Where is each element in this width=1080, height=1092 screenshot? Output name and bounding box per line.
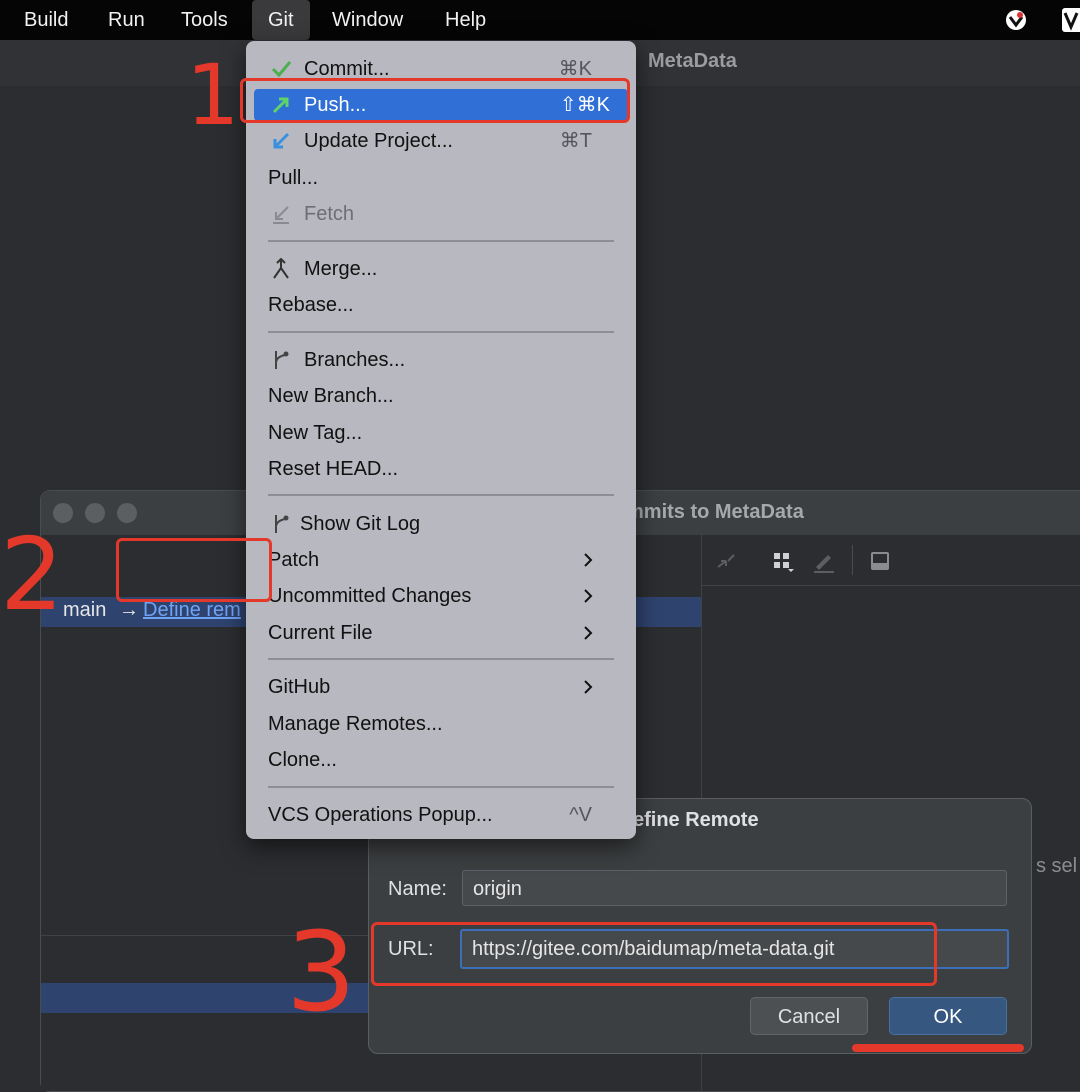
menu-separator — [268, 658, 614, 660]
menu-item-github[interactable]: GitHub — [268, 671, 614, 703]
menu-run[interactable]: Run — [108, 0, 145, 40]
menu-item-patch[interactable]: Patch — [268, 544, 614, 576]
menu-item-fetch[interactable]: Fetch — [268, 198, 614, 230]
menu-separator — [268, 494, 614, 496]
define-remote-title: efine Remote — [633, 809, 759, 831]
menu-separator — [268, 786, 614, 788]
status-v-icon[interactable] — [1062, 8, 1080, 32]
menu-separator — [268, 240, 614, 242]
menu-build[interactable]: Build — [24, 0, 68, 40]
menu-separator — [268, 331, 614, 333]
git-log-icon — [270, 513, 292, 535]
empty-selection-hint: s sel — [1036, 855, 1078, 877]
menu-git[interactable]: Git — [252, 0, 310, 40]
preview-icon[interactable] — [868, 549, 892, 573]
annotation-ok-underline — [852, 1044, 1024, 1052]
menu-item-new-branch[interactable]: New Branch... — [268, 380, 614, 412]
menu-bar: Build Run Tools Git Window Help — [0, 0, 1080, 40]
annotation-url-highlight — [371, 922, 937, 986]
merge-icon — [270, 257, 292, 280]
expand-icon[interactable] — [714, 549, 738, 573]
ok-button[interactable]: OK — [889, 997, 1007, 1035]
update-arrow-icon — [270, 130, 292, 152]
project-title: MetaData — [648, 50, 737, 72]
status-app-icon[interactable] — [1004, 8, 1028, 32]
chevron-right-icon — [582, 671, 594, 713]
push-arrow-icon: → — [119, 599, 139, 621]
push-dialog-title: mmits to MetaData — [626, 501, 804, 523]
menu-item-merge[interactable]: Merge... — [268, 253, 614, 285]
menu-item-clone[interactable]: Clone... — [268, 744, 614, 776]
menu-item-reset-head[interactable]: Reset HEAD... — [268, 453, 614, 485]
git-menu: Commit... ⌘K Push... ⇧⌘K Update Project.… — [246, 41, 636, 839]
define-remote-link[interactable]: Define rem — [143, 599, 241, 622]
menu-item-new-tag[interactable]: New Tag... — [268, 417, 614, 449]
menu-item-manage-remotes[interactable]: Manage Remotes... — [268, 708, 614, 740]
annotation-push-highlight — [240, 78, 630, 123]
fetch-icon — [270, 203, 292, 225]
menu-item-current-file[interactable]: Current File — [268, 617, 614, 649]
minimize-window-button[interactable] — [85, 503, 105, 523]
zoom-window-button[interactable] — [117, 503, 137, 523]
annotation-step-2: 2 — [0, 516, 64, 633]
details-toolbar — [702, 535, 1080, 586]
toolbar-separator — [852, 545, 853, 575]
name-label: Name: — [388, 878, 447, 900]
chevron-right-icon — [582, 617, 594, 659]
annotation-step-1: 1 — [186, 46, 240, 144]
menu-item-branches[interactable]: Branches... — [268, 344, 614, 376]
menu-item-uncommitted-changes[interactable]: Uncommitted Changes — [268, 580, 614, 612]
annotation-define-remote-highlight — [116, 538, 272, 602]
commit-check-icon — [270, 58, 292, 80]
menu-help[interactable]: Help — [445, 0, 486, 40]
menu-item-update-project[interactable]: Update Project... ⌘T — [268, 125, 614, 157]
menu-window[interactable]: Window — [332, 0, 403, 40]
annotation-step-3: 3 — [286, 908, 356, 1036]
menu-item-vcs-operations[interactable]: VCS Operations Popup... ^V — [268, 799, 614, 831]
chevron-right-icon — [582, 580, 594, 622]
menu-tools[interactable]: Tools — [181, 0, 228, 40]
remote-name-field[interactable]: origin — [462, 870, 1007, 906]
menu-item-rebase[interactable]: Rebase... — [268, 289, 614, 321]
cancel-button[interactable]: Cancel — [750, 997, 868, 1035]
menu-item-show-git-log[interactable]: Show Git Log — [268, 508, 614, 540]
branch-icon — [270, 349, 292, 371]
edit-icon[interactable] — [812, 549, 836, 573]
group-by-icon[interactable] — [772, 549, 796, 573]
menu-item-pull[interactable]: Pull... — [268, 162, 614, 194]
